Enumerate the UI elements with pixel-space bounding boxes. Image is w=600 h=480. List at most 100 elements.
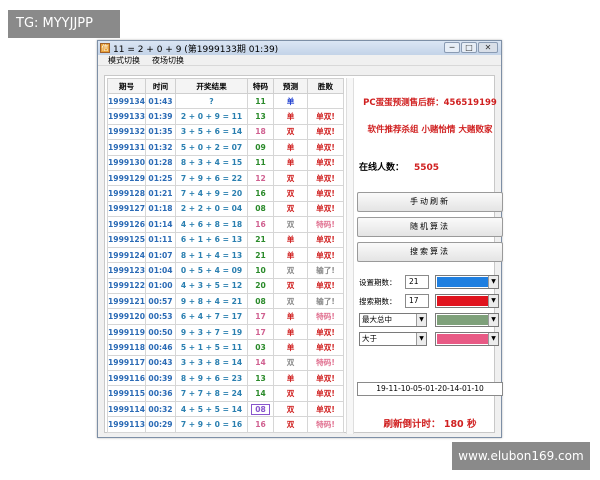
cell-code: 18 xyxy=(255,127,266,137)
cell-time: 01:25 xyxy=(148,173,173,183)
cell-prediction: 单 xyxy=(286,158,295,168)
table-row[interactable]: 1999114 00:32 4 + 5 + 5 = 14 08 双 单双! xyxy=(107,400,344,418)
cell-prediction: 单 xyxy=(286,342,295,352)
cell-outcome: 单双! xyxy=(316,373,335,383)
cell-time: 00:32 xyxy=(148,404,173,414)
cell-result: 7 + 9 + 0 = 16 xyxy=(180,419,243,429)
color-select-3[interactable]: ▼ xyxy=(435,313,499,327)
table-row[interactable]: 1999116 00:39 8 + 9 + 6 = 23 13 单 单双! xyxy=(107,370,344,387)
chevron-down-icon[interactable]: ▼ xyxy=(416,333,426,345)
table-row[interactable]: 1999124 01:07 8 + 1 + 4 = 13 21 单 单双! xyxy=(107,246,344,264)
title-bar[interactable]: 信 11 = 2 + 0 + 9 (第1999133期 01:39) ─ □ ✕ xyxy=(98,41,501,55)
cell-outcome: 特码! xyxy=(316,312,335,322)
table-row[interactable]: 1999131 01:32 5 + 0 + 2 = 07 09 单 单双! xyxy=(107,139,344,156)
sequence-field[interactable]: 19-11-10-05-01-20-14-01-10 xyxy=(357,382,503,396)
table-row[interactable]: 1999118 00:46 5 + 1 + 5 = 11 03 单 单双! xyxy=(107,339,344,356)
cell-time: 01:32 xyxy=(148,142,173,152)
cell-time: 00:43 xyxy=(148,358,173,368)
table-row[interactable]: 1999132 01:35 3 + 5 + 6 = 14 18 双 单双! xyxy=(107,123,344,141)
cell-time: 01:43 xyxy=(148,96,173,106)
color-select-2[interactable]: ▼ xyxy=(435,294,499,308)
minimize-button[interactable]: ─ xyxy=(444,42,460,53)
header-code: 特码 xyxy=(247,78,274,94)
cell-time: 00:36 xyxy=(148,389,173,399)
menu-item-mode-switch[interactable]: 模式切换 xyxy=(102,55,146,66)
table-row[interactable]: 1999129 01:25 7 + 9 + 6 = 22 12 双 单双! xyxy=(107,169,344,187)
online-count: 5505 xyxy=(414,163,440,173)
cell-issue: 1999133 xyxy=(108,112,145,122)
cell-result: 5 + 1 + 5 = 11 xyxy=(180,342,243,352)
manual-refresh-button[interactable]: 手动刷新 xyxy=(357,192,503,212)
chevron-down-icon[interactable]: ▼ xyxy=(488,333,498,345)
chevron-down-icon[interactable]: ▼ xyxy=(416,314,426,326)
table-row[interactable]: 1999126 01:14 4 + 6 + 8 = 18 16 双 特码! xyxy=(107,216,344,233)
close-button[interactable]: ✕ xyxy=(478,42,498,53)
slogan-text: 软件推荐杀组 小赌怡情 大赌败家 xyxy=(367,125,493,135)
table-row[interactable]: 1999130 01:28 8 + 3 + 4 = 15 11 单 单双! xyxy=(107,154,344,171)
cell-time: 01:14 xyxy=(148,219,173,229)
table-row[interactable]: 1999121 00:57 9 + 8 + 4 = 21 08 双 输了! xyxy=(107,293,344,310)
watermark-top-left: TG: MYYJJPP xyxy=(8,10,120,38)
table-row[interactable]: 1999113 00:29 7 + 9 + 0 = 16 16 双 特码! xyxy=(107,416,344,433)
cell-time: 01:28 xyxy=(148,158,173,168)
chevron-down-icon[interactable]: ▼ xyxy=(488,314,498,326)
cell-code: 13 xyxy=(255,112,266,122)
app-icon: 信 xyxy=(100,43,110,53)
table-row[interactable]: 1999115 00:36 7 + 7 + 8 = 24 14 双 单双! xyxy=(107,385,344,402)
cell-issue: 1999130 xyxy=(108,158,145,168)
color-select-1[interactable]: ▼ xyxy=(435,275,499,289)
cell-prediction: 双 xyxy=(286,419,295,429)
table-row[interactable]: 1999125 01:11 6 + 1 + 6 = 13 21 单 单双! xyxy=(107,231,344,248)
chevron-down-icon[interactable]: ▼ xyxy=(488,295,498,307)
cell-issue: 1999118 xyxy=(108,342,145,352)
search-algorithm-button[interactable]: 搜索算法 xyxy=(357,242,503,262)
cell-time: 01:11 xyxy=(148,235,173,245)
cell-time: 01:21 xyxy=(148,189,173,199)
cell-prediction: 单 xyxy=(286,235,295,245)
search-periods-row: 搜索期数： 17 ▼ xyxy=(357,293,503,309)
table-row[interactable]: 1999120 00:53 6 + 4 + 7 = 17 17 单 特码! xyxy=(107,308,344,325)
table-row[interactable]: 1999119 00:50 9 + 3 + 7 = 19 17 单 单双! xyxy=(107,323,344,341)
cell-issue: 1999127 xyxy=(108,204,145,214)
cell-prediction: 单 xyxy=(286,327,295,337)
main-content: 期号 时间 开奖结果 特码 预测 胜败 1999134 01:43? 11 单 1999… xyxy=(104,75,503,434)
search-periods-label: 搜索期数： xyxy=(359,297,397,306)
cell-code: 08 xyxy=(255,204,266,214)
cell-time: 00:29 xyxy=(148,419,173,429)
search-periods-input[interactable]: 17 xyxy=(405,294,429,308)
cell-issue: 1999134 xyxy=(108,96,145,106)
cell-outcome: 单双! xyxy=(316,173,335,183)
table-row[interactable]: 1999127 01:18 2 + 2 + 0 = 04 08 双 单双! xyxy=(107,200,344,218)
cell-prediction: 单 xyxy=(286,96,295,106)
table-row[interactable]: 1999123 01:04 0 + 5 + 4 = 09 10 双 输了! xyxy=(107,262,344,279)
cell-issue: 1999121 xyxy=(108,296,145,306)
qq-group-text: PC蛋蛋预测售后群：456519199 xyxy=(363,98,497,108)
cell-issue: 1999125 xyxy=(108,235,145,245)
cell-outcome: 输了! xyxy=(316,296,335,306)
cell-issue: 1999123 xyxy=(108,265,145,275)
random-algorithm-button[interactable]: 随机算法 xyxy=(357,217,503,237)
cell-prediction: 单 xyxy=(286,250,295,260)
table-row[interactable]: 1999122 01:00 4 + 3 + 5 = 12 20 双 单双! xyxy=(107,277,344,295)
cell-issue: 1999117 xyxy=(108,358,145,368)
compare-select[interactable]: 大于 ▼ xyxy=(359,332,427,346)
cell-code: 11 xyxy=(255,158,266,168)
table-row[interactable]: 1999117 00:43 3 + 3 + 8 = 14 14 双 特码! xyxy=(107,354,344,372)
menu-item-night-switch[interactable]: 夜场切换 xyxy=(146,55,190,66)
table-row[interactable]: 1999133 01:39 2 + 0 + 9 = 11 13 单 单双! xyxy=(107,108,344,125)
cell-result: 4 + 6 + 8 = 18 xyxy=(180,219,243,229)
mode-select[interactable]: 最大总中 ▼ xyxy=(359,313,427,327)
color-select-4[interactable]: ▼ xyxy=(435,332,499,346)
cell-prediction: 双 xyxy=(286,265,295,275)
cell-code: 14 xyxy=(255,358,266,368)
table-scrollbar[interactable] xyxy=(346,78,354,434)
restore-button[interactable]: □ xyxy=(461,42,477,53)
cell-outcome: 单双! xyxy=(316,342,335,352)
countdown-unit: 秒 xyxy=(466,419,477,430)
set-periods-input[interactable]: 21 xyxy=(405,275,429,289)
chevron-down-icon[interactable]: ▼ xyxy=(488,276,498,288)
cell-code: 20 xyxy=(255,281,266,291)
table-row[interactable]: 1999128 01:21 7 + 4 + 9 = 20 16 双 单双! xyxy=(107,185,344,202)
set-periods-label: 设置期数： xyxy=(359,278,397,287)
table-row[interactable]: 1999134 01:43? 11 单 xyxy=(107,92,344,110)
